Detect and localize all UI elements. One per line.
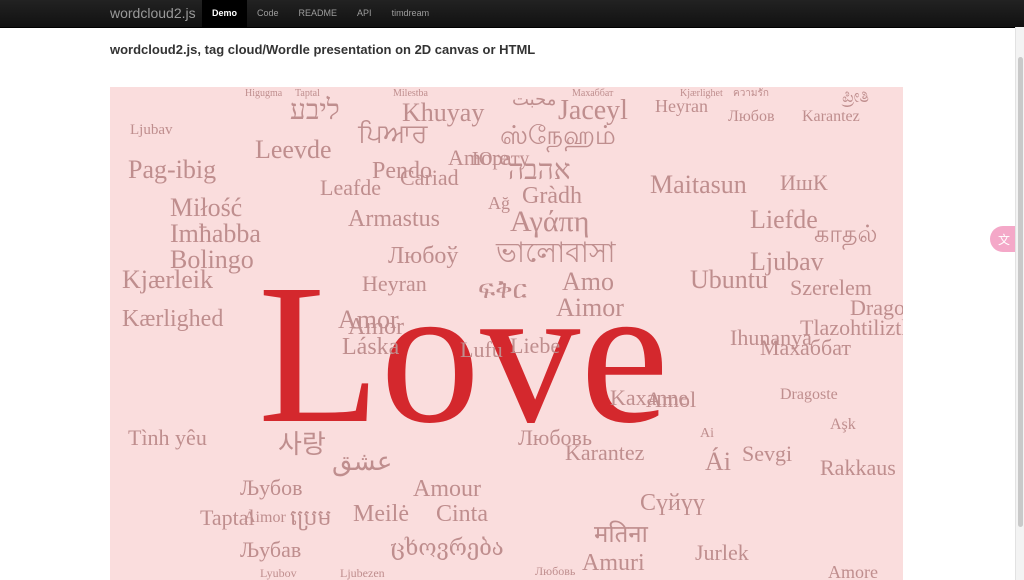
cloud-word: Heyran [655,96,708,116]
cloud-word: ליבע [290,95,340,126]
nav-item-demo[interactable]: Demo [202,0,248,27]
cloud-word: Ljubav [130,122,173,138]
cloud-word: Ái [705,447,731,476]
cloud-word: ИшК [780,170,828,195]
cloud-word: عشق [332,447,393,476]
cloud-word: Юрату [472,148,530,170]
page-title-bold: wordcloud2.js [110,42,198,57]
cloud-word: 사랑 [278,430,326,459]
nav-item-code[interactable]: Code [247,0,289,27]
cloud-word: Armastus [348,206,440,232]
nav-item-timdream[interactable]: timdream [382,0,440,27]
cloud-word: Љубов [240,475,303,500]
cloud-word: Dragoste [850,295,903,320]
nav-item-readme[interactable]: README [289,0,348,27]
cloud-word: Aşk [830,416,856,433]
cloud-word: Lyubov [260,566,297,580]
cloud-word: Imħabba [170,219,261,248]
cloud-word: ভালোবাসা [496,238,616,269]
cloud-word: Cinta [436,501,488,527]
cloud-word: Aimor [244,509,286,526]
cloud-word: Aimor [556,293,624,322]
cloud-word: Kjærleik [122,265,213,294]
cloud-word: मतिना [594,522,648,548]
cloud-word: Ai [700,426,714,441]
cloud-word: Miłość [170,193,243,222]
cloud-word: ፍቅር [478,275,528,304]
page-title-rest: , tag cloud/Wordle presentation on 2D ca… [197,42,536,57]
cloud-word: Higugma [245,88,283,99]
cloud-word: Сүйүү [640,490,705,516]
cloud-word: Љубав [240,537,302,562]
scrollbar-thumb[interactable] [1018,57,1023,527]
cloud-word: Cariad [400,165,459,190]
cloud-word: Dragoste [780,386,838,403]
nav-item-api[interactable]: API [347,0,382,27]
cloud-word: محبت [512,89,557,109]
cloud-word: Sevgi [742,441,793,466]
cloud-word: Pag-ibig [128,155,217,184]
cloud-word: Любов [728,108,775,125]
translate-icon[interactable]: 文 [990,226,1018,252]
top-navbar: wordcloud2.js Demo Code README API timdr… [0,0,1024,28]
cloud-word: Ljubezen [340,566,385,580]
cloud-word: Kærlighed [122,306,224,332]
cloud-word: Lufu [460,337,503,362]
cloud-word: Amo [562,267,614,296]
cloud-word: Amor [348,314,404,340]
cloud-word: Ağ [488,193,510,213]
cloud-word: ಪ್ರೀತಿ [842,87,870,106]
cloud-word: Karantez [565,440,645,465]
page-scrollbar[interactable] [1015,27,1024,580]
cloud-word: காதல் [814,222,878,248]
page-title: wordcloud2.js, tag cloud/Wordle presenta… [110,41,535,59]
cloud-word: Ubuntu [690,265,768,294]
cloud-word: Leevde [255,135,332,164]
cloud-word: ஸ்நேஹம் [500,121,616,150]
cloud-word: Jurlek [695,540,749,565]
cloud-word: ცხოვრება [390,535,504,560]
cloud-word: Amore [828,562,878,580]
cloud-word: Meilė [353,501,409,527]
cloud-word: Amour [413,476,481,502]
nav-menu: Demo Code README API timdream [202,0,439,27]
cloud-word: ប្រេម [290,505,332,530]
word-cloud-canvas[interactable]: Love Ljubav Higugma Taptal Milestba Маха… [110,87,903,580]
brand-logo[interactable]: wordcloud2.js [110,4,196,22]
cloud-word: Leafde [320,175,382,200]
cloud-word: Tình yêu [128,425,207,450]
cloud-word: Liebe [510,333,561,358]
cloud-word: Amol [646,387,697,412]
cloud-word: Любоў [388,243,459,269]
cloud-word: Αγάπη [510,205,590,238]
cloud-word: ਪਿਆਰ [358,119,428,148]
cloud-word: Liefde [750,205,818,234]
cloud-word: Amuri [582,550,645,576]
cloud-word: Maitasun [650,170,747,199]
cloud-word: ความรัก [733,88,769,99]
cloud-word: Karantez [802,108,860,125]
cloud-word: Heyran [362,271,427,296]
cloud-word: Ihunanya [730,325,812,350]
cloud-word: Rakkaus [820,455,896,480]
cloud-word: Любовь [535,564,576,578]
